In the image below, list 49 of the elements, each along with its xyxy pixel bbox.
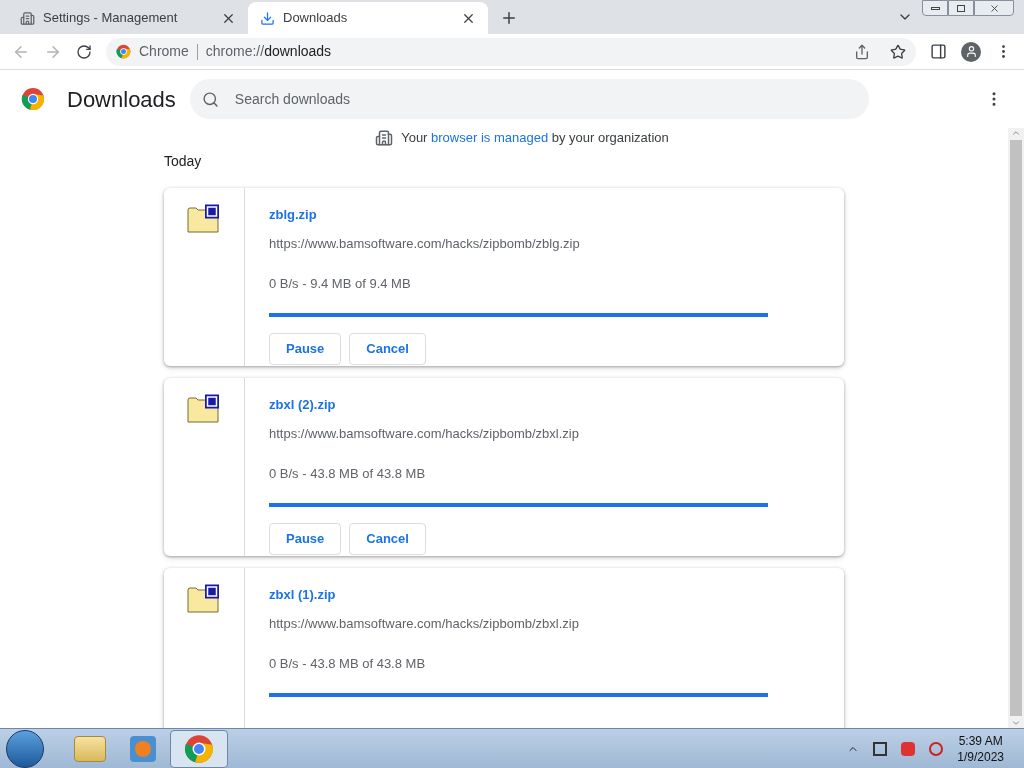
tab-title: Downloads	[283, 9, 349, 28]
restore-button[interactable]	[948, 0, 974, 16]
zip-file-icon	[187, 393, 221, 424]
section-heading: Today	[164, 151, 203, 171]
download-status: 0 B/s - 9.4 MB of 9.4 MB	[269, 274, 411, 293]
tab-title: Settings - Management	[43, 9, 179, 28]
zip-file-icon	[187, 583, 221, 614]
download-action-button[interactable]: Pause	[269, 333, 342, 365]
file-name-link[interactable]: zblg.zip	[269, 204, 317, 224]
source-url: https://www.bamsoftware.com/hacks/zipbomb/zbxl.zip	[269, 615, 579, 633]
side-panel-icon[interactable]	[930, 43, 947, 60]
download-action-button[interactable]: Pause	[269, 523, 342, 555]
managed-notice: Your browser is managed by your organization	[401, 129, 669, 147]
reload-icon[interactable]	[76, 43, 92, 60]
site-label: Chrome	[139, 42, 189, 61]
source-url: https://www.bamsoftware.com/hacks/zipbomb/zbxl.zip	[269, 425, 579, 443]
search-field[interactable]: Search downloads	[234, 88, 857, 110]
search-bar[interactable]: Search downloads	[189, 79, 869, 119]
bookmark-star-icon[interactable]	[890, 43, 906, 60]
share-icon[interactable]	[854, 43, 870, 60]
download-action-button[interactable]: Cancel	[349, 523, 426, 555]
clock-time: 5:39 AM	[958, 732, 1003, 749]
building-icon	[20, 10, 35, 26]
page-title: Downloads	[67, 85, 176, 114]
chrome-logo-icon	[184, 733, 214, 764]
building-icon	[375, 128, 394, 147]
close-icon[interactable]	[988, 2, 1000, 14]
browser-tab[interactable]: Downloads	[248, 2, 488, 34]
file-name-link[interactable]: zbxl (2).zip	[269, 394, 336, 414]
address-bar[interactable]: Chrome chrome://downloads	[106, 37, 916, 66]
zip-file-icon	[187, 203, 221, 234]
search-icon	[201, 90, 219, 108]
profile-avatar[interactable]	[961, 41, 981, 62]
folder-icon[interactable]	[74, 735, 106, 762]
download-icon	[260, 10, 275, 26]
url-text: chrome://downloads	[205, 42, 332, 61]
managed-link[interactable]: browser is managed	[431, 130, 549, 145]
clock-date: 1/9/2023	[957, 748, 1004, 765]
download-action-button[interactable]: Cancel	[349, 333, 426, 365]
start-button[interactable]	[6, 729, 44, 768]
source-url: https://www.bamsoftware.com/hacks/zipbomb/zblg.zip	[269, 235, 580, 253]
taskbar-button[interactable]	[170, 729, 228, 768]
minimize-button[interactable]	[922, 0, 948, 16]
new-tab-icon[interactable]	[500, 9, 518, 27]
download-status: 0 B/s - 43.8 MB of 43.8 MB	[269, 654, 426, 673]
file-name-link[interactable]: zbxl (1).zip	[269, 584, 336, 604]
download-status: 0 B/s - 43.8 MB of 43.8 MB	[269, 464, 426, 483]
chrome-logo-icon	[116, 44, 131, 59]
chrome-logo-icon	[21, 87, 45, 111]
